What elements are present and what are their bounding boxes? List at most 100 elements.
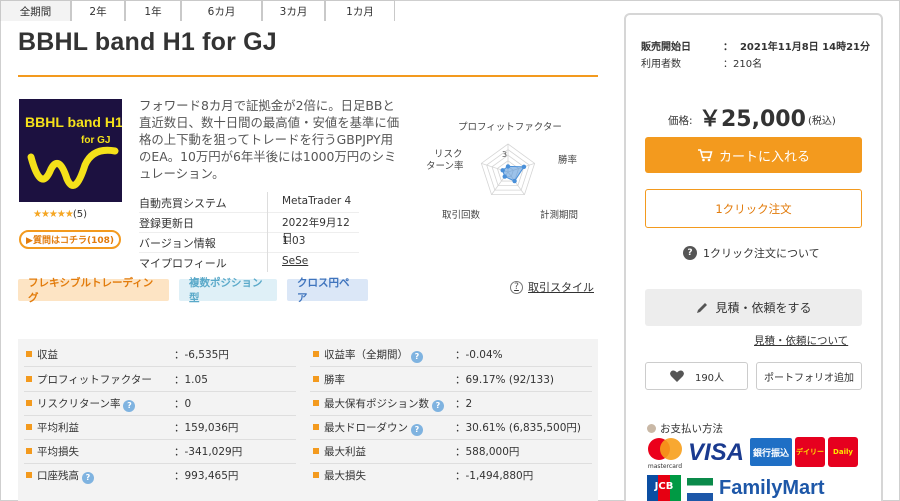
stat-label: 収益: [26, 347, 58, 362]
bullet-square-icon: [313, 376, 319, 382]
bullet-square-icon: [313, 424, 319, 430]
radar-chart: プロフィットファクター 勝率 計測期間 取引回数 リスク ターン率 3: [424, 117, 599, 227]
request-quote-button[interactable]: 見積・依頼をする: [645, 289, 862, 326]
title-underline: [18, 75, 598, 77]
stat-label-text: 収益: [37, 349, 58, 361]
mastercard-icon: mastercard: [648, 438, 682, 470]
tab-period-4[interactable]: 3カ月: [262, 0, 325, 21]
stat-label-text: 最大損失: [324, 470, 366, 482]
bullet-square-icon: [26, 351, 32, 357]
stat-divider: [24, 439, 296, 440]
stat-label-text: 最大ドローダウン: [324, 422, 408, 434]
radar-axis-bottom-left: 取引回数: [442, 209, 481, 221]
stat-value: ：69.17% (92/133): [455, 374, 555, 386]
rating-stars: ★★★★★(5): [33, 209, 87, 220]
radar-axis-bottom-right: 計測期間: [540, 209, 578, 221]
info-icon[interactable]: ?: [432, 399, 444, 412]
spec-divider: [267, 252, 268, 272]
info-icon[interactable]: ?: [82, 471, 94, 484]
radar-axis-left-1: リスク: [434, 149, 463, 160]
stat-label: 平均損失: [26, 444, 79, 459]
spec-row: 自動売買システム MetaTrader 4: [139, 192, 359, 212]
stat-label: 最大利益: [313, 444, 366, 459]
stat-label-text: プロフィットファクター: [37, 374, 152, 386]
bullet-square-icon: [313, 351, 319, 357]
spec-row: マイプロフィール SeSe: [139, 252, 359, 272]
tag-multi-position[interactable]: 複数ポジション型: [179, 277, 277, 304]
spec-value[interactable]: SeSe: [282, 255, 308, 267]
jcb-text: JCB: [654, 481, 674, 492]
add-portfolio-button[interactable]: ポートフォリオ追加: [756, 362, 862, 390]
tab-period-5[interactable]: 1カ月: [325, 0, 395, 21]
stat-divider: [24, 463, 296, 464]
users-label: 利用者数: [641, 59, 681, 70]
tag-cross-yen[interactable]: クロス円ペア: [287, 277, 368, 304]
bullet-square-icon: [313, 472, 319, 478]
bullet-square-icon: [26, 424, 32, 430]
tab-period-0[interactable]: 全期間: [0, 0, 71, 21]
daily-yamazaki-logo-1: デイリー: [795, 437, 825, 467]
tab-period-3[interactable]: 6カ月: [181, 0, 262, 21]
stat-value: ：159,036円: [174, 422, 239, 434]
tab-period-2[interactable]: 1年: [125, 0, 181, 21]
stat-label: 勝率: [313, 372, 345, 387]
spec-label: バージョン情報: [139, 237, 216, 250]
bullet-square-icon: [26, 376, 32, 382]
spec-label: 自動売買システム: [139, 197, 227, 210]
sale-start-value: ： 2021年11月8日 14時21分: [723, 42, 870, 53]
bullet-square-icon: [26, 472, 32, 478]
stat-label-text: 収益率（全期間）: [324, 349, 408, 361]
favorite-button[interactable]: 190人: [645, 362, 748, 390]
info-icon[interactable]: ?: [411, 350, 423, 363]
one-click-order-button[interactable]: 1クリック注文: [645, 189, 862, 228]
bullet-square-icon: [313, 448, 319, 454]
users-value: ：210名: [723, 59, 763, 70]
radar-point: [502, 174, 507, 179]
stat-value: ：993,465円: [174, 470, 239, 482]
pen-icon: [697, 302, 708, 313]
radar-axis-right: 勝率: [558, 154, 578, 166]
info-icon[interactable]: ?: [411, 423, 423, 436]
heart-icon: [670, 370, 684, 382]
spec-value: MetaTrader 4: [282, 195, 352, 207]
question-circle-icon: ?: [683, 246, 697, 260]
spec-divider: [267, 192, 268, 212]
stat-divider: [310, 366, 592, 367]
logo-graphic: BBHL band H1 for GJ: [25, 114, 122, 189]
stat-label-text: 平均損失: [37, 446, 79, 458]
rating-stars-glyphs: ★★★★★: [33, 209, 74, 220]
info-icon[interactable]: ?: [123, 399, 136, 412]
add-to-cart-button[interactable]: カートに入れる: [645, 137, 862, 173]
tag-flexible-trading[interactable]: フレキシブルトレーディング: [18, 277, 169, 304]
stat-divider: [310, 391, 592, 392]
radar-axis-top: プロフィットファクター: [458, 122, 562, 133]
qa-button[interactable]: ▶質問はコチラ(108): [19, 230, 121, 249]
stat-divider: [24, 391, 296, 392]
rating-count: (5): [72, 209, 87, 220]
trade-style-link[interactable]: ? 取引スタイル: [510, 279, 594, 295]
trade-style-link-label: 取引スタイル: [528, 281, 594, 294]
favorite-count: 190人: [694, 372, 725, 384]
logo-text-1: BBHL band H1: [25, 114, 122, 130]
spec-label: 登録更新日: [139, 217, 194, 230]
spec-label: マイプロフィール: [139, 257, 227, 270]
stat-label: プロフィットファクター: [26, 372, 152, 387]
stat-label: 最大損失: [313, 468, 366, 483]
stat-divider: [310, 415, 592, 416]
question-circle-icon: ?: [510, 280, 523, 294]
stat-divider: [24, 415, 296, 416]
mastercard-logo: mastercard: [645, 436, 685, 470]
price-tax: (税込): [808, 116, 836, 127]
quote-help-link[interactable]: 見積・依頼について: [754, 333, 848, 348]
familymart-stripe-icon: [687, 478, 713, 501]
request-quote-label: 見積・依頼をする: [715, 301, 812, 315]
radar-axis-left-2: ターン率: [426, 160, 464, 172]
bullet-square-icon: [26, 400, 32, 406]
tab-period-1[interactable]: 2年: [71, 0, 125, 21]
stat-value: ：-0.04%: [455, 349, 503, 361]
one-click-help-link[interactable]: ? 1クリック注文について: [683, 245, 820, 261]
stat-value: ：588,000円: [455, 446, 520, 458]
spec-divider: [267, 212, 268, 232]
stat-value: ：-341,029円: [174, 446, 243, 458]
cart-icon: [697, 149, 713, 162]
